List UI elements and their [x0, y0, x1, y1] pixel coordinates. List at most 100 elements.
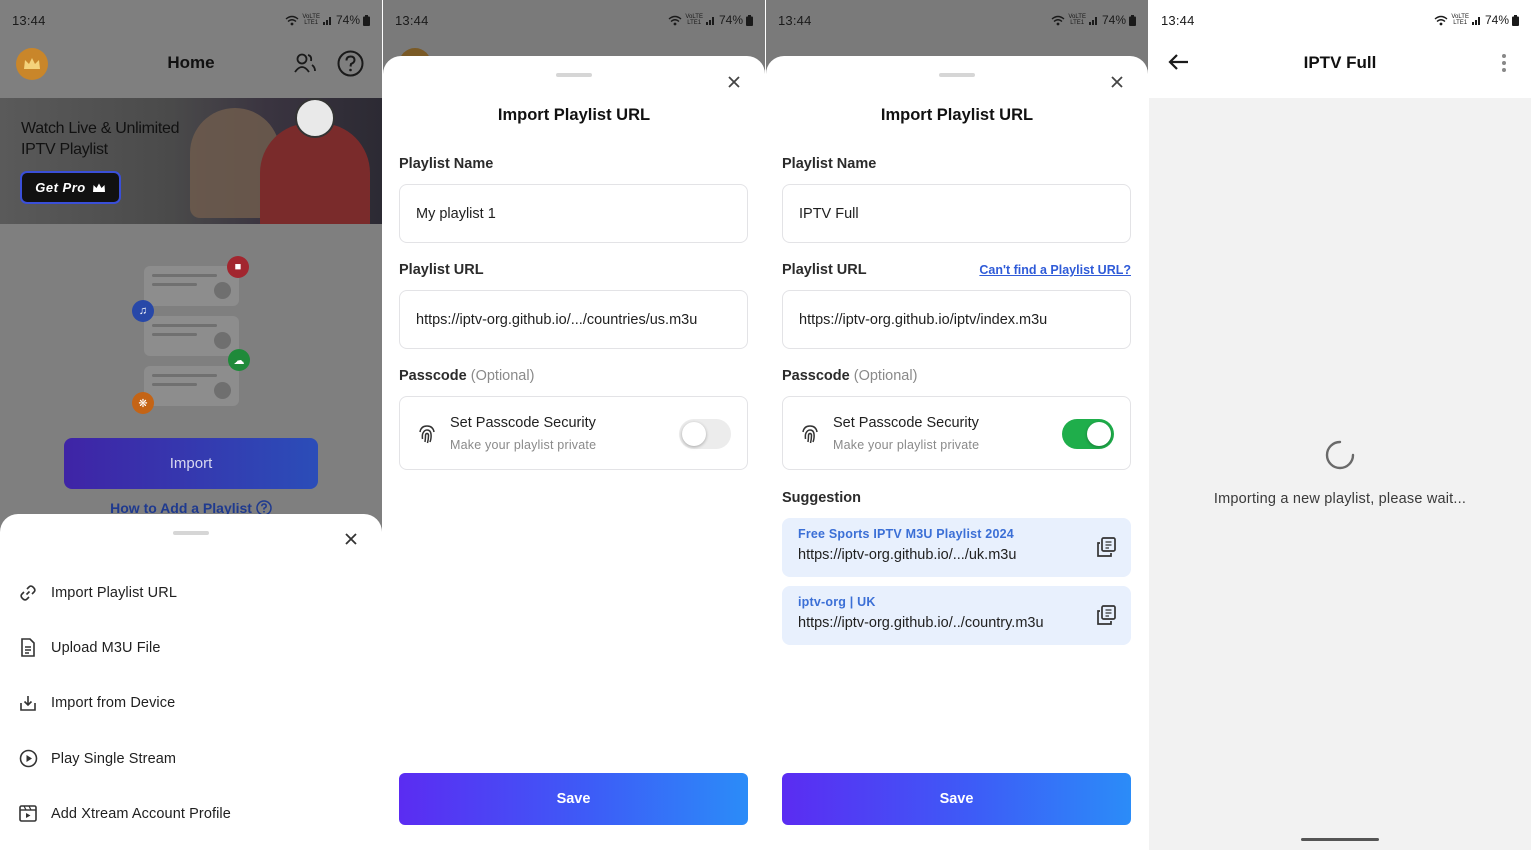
music-badge-icon: ♫ [132, 300, 154, 322]
menu-item-label: Upload M3U File [51, 639, 161, 656]
signal-icon [322, 17, 331, 25]
playlist-url-input[interactable]: https://iptv-org.github.io/iptv/index.m3… [782, 290, 1131, 349]
passcode-security-card: Set Passcode Security Make your playlist… [399, 396, 748, 470]
status-icons: VoLTE LTE1 74% [1051, 13, 1136, 27]
wifi-icon [1434, 15, 1448, 25]
fingerprint-icon [419, 425, 435, 444]
save-button[interactable]: Save [782, 773, 1131, 825]
help-button[interactable] [335, 48, 365, 78]
passcode-security-card: Set Passcode Security Make your playlist… [782, 396, 1131, 470]
wifi-icon [1051, 15, 1065, 25]
suggestion-label: Suggestion [782, 490, 861, 506]
suggestion-item[interactable]: iptv-org | UK https://iptv-org.github.io… [782, 586, 1131, 645]
close-icon [728, 76, 740, 88]
battery-icon [363, 14, 370, 26]
promo-banner[interactable]: Watch Live & Unlimited IPTV Playlist Get… [0, 98, 382, 224]
passcode-toggle[interactable] [679, 419, 731, 449]
close-icon [1111, 76, 1123, 88]
menu-item-upload-m3u[interactable]: Upload M3U File [0, 620, 382, 675]
menu-item-play-stream[interactable]: Play Single Stream [0, 731, 382, 786]
menu-item-xtream[interactable]: Add Xtream Account Profile [0, 786, 382, 841]
menu-item-import-url[interactable]: Import Playlist URL [0, 565, 382, 620]
battery-percent: 74% [335, 13, 360, 27]
volte-indicator: VoLTE LTE1 [685, 14, 703, 26]
signal-icon [1471, 17, 1480, 25]
playlist-name-label: Playlist Name [782, 156, 877, 172]
copy-icon[interactable] [1095, 604, 1117, 626]
modal-grab-handle[interactable] [939, 73, 975, 77]
menu-item-label: Import from Device [51, 695, 176, 712]
home-screen: 13:44 VoLTE LTE1 74% Home Watch Live & Un… [0, 0, 382, 850]
import-options-menu: Import Playlist URL Upload M3U File Impo… [0, 565, 382, 841]
passcode-label-text: Passcode [782, 368, 850, 384]
volte-bottom: LTE1 [1453, 20, 1468, 26]
status-bar: 13:44 VoLTE LTE1 74% [0, 0, 382, 40]
passcode-subtitle: Make your playlist private [833, 438, 980, 452]
loading-message: Importing a new playlist, please wait... [1213, 491, 1467, 507]
status-time: 13:44 [1161, 12, 1195, 28]
help-icon [337, 50, 363, 76]
signal-icon [1088, 17, 1097, 25]
passcode-label: Passcode (Optional) [782, 368, 917, 384]
close-button[interactable] [1108, 73, 1126, 91]
gesture-home-bar[interactable] [1301, 838, 1379, 841]
save-button[interactable]: Save [399, 773, 748, 825]
banner-person-2 [260, 123, 370, 224]
volte-bottom: LTE1 [1070, 20, 1085, 26]
wifi-icon [668, 15, 682, 25]
car-badge-icon: ■ [227, 256, 249, 278]
cloud-badge-icon: ☁ [228, 349, 250, 371]
get-pro-button[interactable]: Get Pro [20, 171, 121, 204]
get-pro-label: Get Pro [35, 180, 86, 195]
volte-indicator: VoLTE LTE1 [302, 14, 320, 26]
suggestion-item[interactable]: Free Sports IPTV M3U Playlist 2024 https… [782, 518, 1131, 577]
status-time: 13:44 [395, 12, 429, 28]
battery-percent: 74% [1484, 13, 1509, 27]
modal-grab-handle[interactable] [556, 73, 592, 77]
close-button[interactable] [725, 73, 743, 91]
home-header: Home [0, 40, 382, 98]
xtream-icon [18, 804, 38, 824]
import-url-screen-a: 13:44 VoLTE LTE1 74% Import Playlist URL … [383, 0, 765, 850]
sheet-grab-handle[interactable] [173, 531, 209, 535]
ball-badge-icon: ❋ [132, 392, 154, 414]
menu-item-import-device[interactable]: Import from Device [0, 676, 382, 731]
more-vert-icon[interactable] [1501, 52, 1507, 74]
import-playlist-modal: Import Playlist URL Playlist Name My pla… [383, 56, 765, 850]
copy-icon[interactable] [1095, 536, 1117, 558]
illus-line [152, 374, 217, 377]
battery-icon [1512, 14, 1519, 26]
suggestion-url: https://iptv-org.github.io/../country.m3… [798, 615, 1044, 631]
playlist-url-label: Playlist URL [782, 262, 867, 278]
empty-state-illustration: ■ ♫ ☁ ❋ [130, 254, 260, 424]
profile-button[interactable] [290, 48, 320, 78]
cant-find-url-link[interactable]: Can't find a Playlist URL? [979, 263, 1131, 277]
passcode-toggle[interactable] [1062, 419, 1114, 449]
status-bar: 13:44 VoLTE LTE1 74% [1149, 0, 1531, 40]
volte-bottom: LTE1 [687, 20, 702, 26]
import-button[interactable]: Import [64, 438, 318, 489]
battery-percent: 74% [718, 13, 743, 27]
suggestion-url: https://iptv-org.github.io/.../uk.m3u [798, 547, 1017, 563]
passcode-label: Passcode (Optional) [399, 368, 534, 384]
signal-icon [705, 17, 714, 25]
passcode-label-text: Passcode [399, 368, 467, 384]
suggestion-title: Free Sports IPTV M3U Playlist 2024 [798, 527, 1014, 541]
close-button[interactable] [342, 530, 360, 548]
volte-indicator: VoLTE LTE1 [1451, 14, 1469, 26]
import-options-sheet: Import Playlist URL Upload M3U File Impo… [0, 514, 382, 850]
status-icons: VoLTE LTE1 74% [1434, 13, 1519, 27]
playlist-name-input[interactable]: My playlist 1 [399, 184, 748, 243]
illus-line [152, 324, 217, 327]
passcode-title: Set Passcode Security [833, 415, 979, 431]
users-icon [294, 53, 316, 73]
status-bar: 13:44 VoLTE LTE1 74% [383, 0, 765, 40]
playlist-name-input[interactable]: IPTV Full [782, 184, 1131, 243]
download-icon [18, 693, 38, 713]
battery-icon [746, 14, 753, 26]
app-bar: 13:44 VoLTE LTE1 74% IPTV Full [1149, 0, 1531, 98]
toggle-knob [682, 422, 706, 446]
page-title: IPTV Full [1303, 53, 1377, 72]
playlist-url-input[interactable]: https://iptv-org.github.io/.../countries… [399, 290, 748, 349]
modal-title: Import Playlist URL [880, 106, 1034, 124]
